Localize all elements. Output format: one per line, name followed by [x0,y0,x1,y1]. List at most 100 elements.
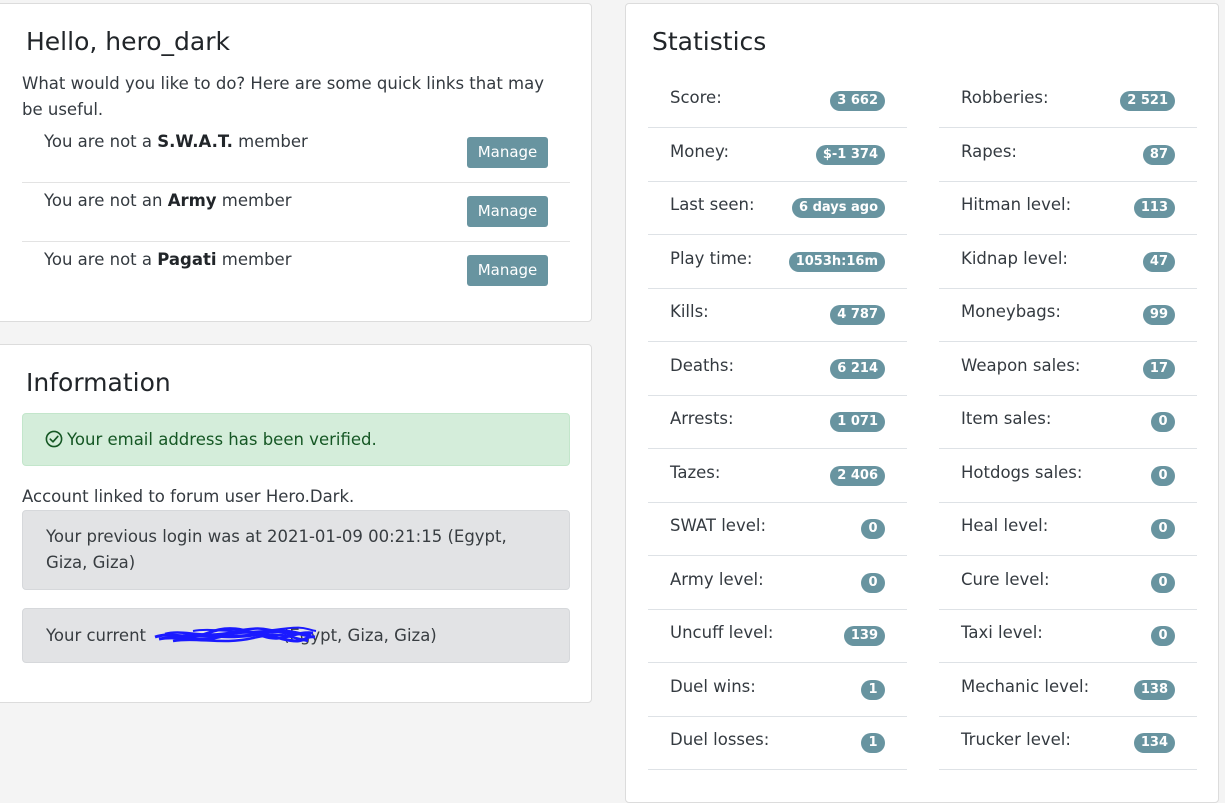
stat-row-deaths: Deaths: 6 214 [648,342,907,396]
stat-label: Moneybags: [961,302,1061,321]
stat-row-uncuff-level: Uncuff level: 139 [648,609,907,663]
check-circle-icon [45,417,63,468]
stat-value-badge: $-1 374 [815,144,885,165]
stat-row-moneybags: Moneybags: 99 [939,288,1197,342]
stat-row-duel-wins: Duel wins: 1 [648,663,907,717]
email-verified-text: Your email address has been verified. [67,430,377,449]
stat-label: Last seen: [670,195,755,214]
stat-row-item-sales: Item sales: 0 [939,395,1197,449]
current-login-location: (Egypt, Giza, Giza) [283,626,437,645]
email-verified-alert: Your email address has been verified. [22,413,570,466]
hello-intro: What would you like to do? Here are some… [22,74,544,119]
group-name: Army [167,191,217,210]
stat-value-badge: 4 787 [830,305,885,325]
group-name: S.W.A.T. [157,132,233,151]
manage-army-button[interactable]: Manage [467,196,548,227]
previous-login-text: Your previous login was at 2021-01-09 00… [46,527,507,572]
stat-label: Cure level: [961,569,1050,589]
statistics-title: Statistics [652,27,767,56]
information-card: Information Your email address has been … [0,344,592,703]
stat-label: Trucker level: [961,730,1071,749]
membership-text: You are not a Pagati member [44,250,292,269]
stat-row-rapes: Rapes: 87 [939,128,1197,182]
hello-title: Hello, hero_dark [26,27,230,56]
stat-row-taxi-level: Taxi level: 0 [939,609,1197,663]
stat-row-weapon-sales: Weapon sales: 17 [939,342,1197,396]
stat-row-last-seen: Last seen: 6 days ago [648,181,907,235]
stat-label: Tazes: [670,462,721,482]
stat-label: Taxi level: [961,623,1043,642]
stat-label: Robberies: [961,88,1049,107]
stat-label: Item sales: [961,409,1052,428]
stat-value-badge: 3 662 [830,91,885,111]
stat-value-badge: 0 [861,519,885,539]
stat-label: SWAT level: [670,516,767,535]
stat-value-badge: 47 [1142,251,1175,272]
stat-value-badge: 0 [1151,519,1175,539]
current-login-prefix: Your current [46,626,146,645]
stat-label: Uncuff level: [670,623,774,642]
manage-swat-button[interactable]: Manage [467,137,548,168]
stat-value-badge: 1 [861,733,885,753]
stat-value-badge: 87 [1142,144,1175,165]
group-name: Pagati [157,250,217,269]
statistics-card: Statistics Score: 3 662 Money: $-1 374 Last … [625,3,1219,803]
membership-row-swat: You are not a S.W.A.T. member Manage [22,124,570,183]
stat-label: Deaths: [670,355,735,375]
stat-row-money: Money: $-1 374 [648,128,907,182]
stat-row-swat-level: SWAT level: 0 [648,502,907,556]
stat-value-badge: 0 [1151,626,1175,646]
membership-text: You are not an Army member [44,191,292,210]
stat-value-badge: 99 [1142,305,1175,325]
hello-card: Hello, hero_dark What would you like to … [0,3,592,322]
stat-value-badge: 1053h:16m [788,251,885,272]
stat-row-kidnap-level: Kidnap level: 47 [939,235,1197,289]
previous-login-box: Your previous login was at 2021-01-09 00… [22,510,570,590]
stat-row-kills: Kills: 4 787 [648,288,907,342]
current-login-box: Your current (Egypt, Giza, Giza) [22,608,570,663]
stat-value-badge: 2 521 [1120,91,1175,111]
stat-label: Money: [670,141,730,161]
stat-label: Play time: [670,248,753,268]
stat-row-mechanic-level: Mechanic level: 138 [939,663,1197,717]
stat-value-badge: 134 [1133,733,1175,753]
forum-link-text: Account linked to forum user Hero.Dark. [22,487,355,506]
stat-label: Score: [670,88,722,107]
stat-value-badge: 17 [1142,358,1175,379]
stat-label: Kills: [670,302,709,321]
stat-label: Arrests: [670,409,734,428]
stat-row-robberies: Robberies: 2 521 [939,74,1197,128]
information-title: Information [26,368,171,397]
manage-pagati-button[interactable]: Manage [467,255,548,286]
stat-label: Duel losses: [670,730,770,749]
membership-row-pagati: You are not a Pagati member Manage [22,242,570,301]
stat-label: Weapon sales: [961,355,1081,375]
stat-value-badge: 0 [1151,465,1175,486]
stat-label: Hotdogs sales: [961,462,1083,482]
stat-value-badge: 6 214 [830,358,885,379]
stat-row-hitman-level: Hitman level: 113 [939,181,1197,235]
stat-value-badge: 1 071 [830,412,885,432]
stat-label: Kidnap level: [961,248,1068,268]
membership-text: You are not a S.W.A.T. member [44,132,308,151]
stat-row-score: Score: 3 662 [648,74,907,128]
stat-row-heal-level: Heal level: 0 [939,502,1197,556]
stat-value-badge: 6 days ago [792,198,885,218]
stat-row-cure-level: Cure level: 0 [939,556,1197,610]
stat-value-badge: 0 [1151,572,1175,593]
stat-row-army-level: Army level: 0 [648,556,907,610]
stat-value-badge: 1 [861,679,885,700]
membership-row-army: You are not an Army member Manage [22,183,570,242]
stat-label: Army level: [670,569,764,589]
stat-value-badge: 2 406 [830,465,885,486]
stat-value-badge: 0 [1151,412,1175,432]
stat-row-hotdogs-sales: Hotdogs sales: 0 [939,449,1197,503]
stat-label: Heal level: [961,516,1049,535]
stat-label: Hitman level: [961,195,1072,214]
stat-row-tazes: Tazes: 2 406 [648,449,907,503]
stat-label: Rapes: [961,141,1017,161]
stat-value-badge: 139 [843,626,885,646]
stat-value-badge: 113 [1133,198,1175,218]
stat-row-arrests: Arrests: 1 071 [648,395,907,449]
stat-row-play-time: Play time: 1053h:16m [648,235,907,289]
